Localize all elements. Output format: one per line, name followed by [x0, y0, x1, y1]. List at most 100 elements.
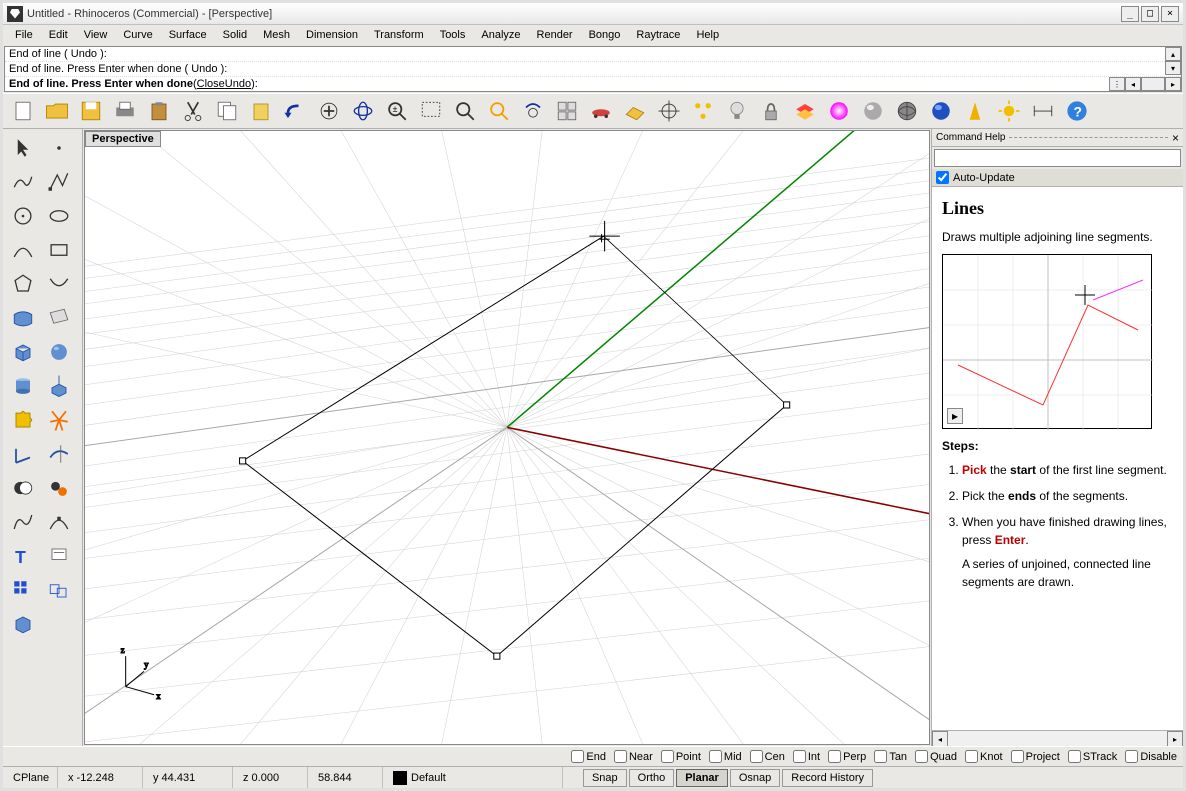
save-file[interactable] [75, 95, 107, 127]
osnap-int[interactable]: Int [793, 750, 820, 763]
flamingo-icon[interactable] [959, 95, 991, 127]
car-icon[interactable] [585, 95, 617, 127]
hatch-tool[interactable] [5, 607, 41, 641]
status-ortho-toggle[interactable]: Ortho [629, 769, 675, 787]
target-icon[interactable] [653, 95, 685, 127]
menu-edit[interactable]: Edit [41, 27, 76, 43]
cut[interactable] [177, 95, 209, 127]
osnap-project[interactable]: Project [1011, 750, 1060, 763]
status-osnap-toggle[interactable]: Osnap [730, 769, 780, 787]
osnap-disable[interactable]: Disable [1125, 750, 1177, 763]
rectangle-tool[interactable] [41, 233, 77, 267]
render-blue[interactable] [925, 95, 957, 127]
print[interactable] [109, 95, 141, 127]
arc-tool[interactable] [5, 233, 41, 267]
command-option-undo[interactable]: Undo [225, 78, 251, 90]
osnap-cen[interactable]: Cen [750, 750, 785, 763]
menu-surface[interactable]: Surface [161, 27, 215, 43]
menu-mesh[interactable]: Mesh [255, 27, 298, 43]
new-file[interactable] [7, 95, 39, 127]
menu-solid[interactable]: Solid [215, 27, 255, 43]
maximize-button[interactable]: □ [1141, 6, 1159, 22]
curve-edit-tool[interactable] [41, 505, 77, 539]
osnap-point[interactable]: Point [661, 750, 701, 763]
osnap-perp[interactable]: Perp [828, 750, 866, 763]
command-history-toggle[interactable]: ⋮ [1109, 77, 1125, 91]
extrude-tool[interactable] [41, 369, 77, 403]
orient-icon[interactable] [687, 95, 719, 127]
clipboard[interactable] [245, 95, 277, 127]
render-wire[interactable] [891, 95, 923, 127]
open-file[interactable] [41, 95, 73, 127]
scroll-right-button[interactable]: ▸ [1167, 731, 1183, 747]
scroll-track[interactable] [948, 731, 1167, 746]
osnap-tan[interactable]: Tan [874, 750, 907, 763]
status-record-history[interactable]: Record History [782, 769, 873, 787]
curve-tool[interactable] [41, 267, 77, 301]
status-cplane[interactable]: CPlane [3, 767, 58, 788]
group-tool[interactable] [41, 573, 77, 607]
status-snap-toggle[interactable]: Snap [583, 769, 627, 787]
zoom-undo[interactable] [517, 95, 549, 127]
osnap-quad[interactable]: Quad [915, 750, 957, 763]
polyline-tool[interactable] [5, 165, 41, 199]
viewport-label[interactable]: Perspective [85, 131, 161, 147]
auto-update-checkbox[interactable] [936, 171, 949, 184]
curve-fit-tool[interactable] [5, 505, 41, 539]
single-line-tool[interactable] [41, 165, 77, 199]
pointer-tool[interactable] [5, 131, 41, 165]
osnap-mid[interactable]: Mid [709, 750, 742, 763]
menu-dimension[interactable]: Dimension [298, 27, 366, 43]
menu-transform[interactable]: Transform [366, 27, 432, 43]
copy[interactable] [211, 95, 243, 127]
polygon-tool[interactable] [5, 267, 41, 301]
zoom-extents[interactable]: ± [381, 95, 413, 127]
sphere-tool[interactable] [41, 335, 77, 369]
render-shaded[interactable] [857, 95, 889, 127]
cplane-icon[interactable] [619, 95, 651, 127]
circle-arc-tool[interactable] [41, 199, 77, 233]
paste[interactable] [143, 95, 175, 127]
redo-pan[interactable] [313, 95, 345, 127]
dim-icon[interactable] [1027, 95, 1059, 127]
zoom-selected[interactable] [483, 95, 515, 127]
menu-analyze[interactable]: Analyze [473, 27, 528, 43]
status-planar-toggle[interactable]: Planar [676, 769, 728, 787]
array-tool[interactable] [5, 573, 41, 607]
panel-close-button[interactable]: × [1172, 131, 1179, 145]
surface-loft-tool[interactable] [41, 301, 77, 335]
circle-tool[interactable] [5, 199, 41, 233]
osnap-end[interactable]: End [571, 750, 606, 763]
help-icon[interactable]: ? [1061, 95, 1093, 127]
lock-icon[interactable] [755, 95, 787, 127]
zoom-dynamic[interactable] [449, 95, 481, 127]
menu-bongo[interactable]: Bongo [581, 27, 629, 43]
command-prompt[interactable]: End of line. Press Enter when done ( Clo… [5, 77, 1181, 91]
status-layer[interactable]: Default [383, 767, 563, 788]
zoom-window[interactable] [415, 95, 447, 127]
command-option-close[interactable]: Close [197, 78, 225, 90]
menu-view[interactable]: View [76, 27, 116, 43]
puzzle-tool[interactable] [5, 403, 41, 437]
command-scroll-up[interactable]: ▴ [1165, 47, 1181, 61]
annotation-tool[interactable] [41, 539, 77, 573]
help-search-input[interactable] [934, 149, 1181, 167]
menu-render[interactable]: Render [529, 27, 581, 43]
explode-tool[interactable] [41, 403, 77, 437]
command-scroll-down[interactable]: ▾ [1165, 61, 1181, 75]
4view[interactable] [551, 95, 583, 127]
command-nav-right[interactable]: ▸ [1165, 77, 1181, 91]
bulb-icon[interactable] [721, 95, 753, 127]
help-play-button[interactable]: ▸ [947, 408, 963, 424]
layers-icon[interactable] [789, 95, 821, 127]
osnap-near[interactable]: Near [614, 750, 653, 763]
scroll-left-button[interactable]: ◂ [932, 731, 948, 747]
perspective-viewport[interactable]: Perspective [84, 130, 930, 745]
trim-tool[interactable] [41, 437, 77, 471]
menu-tools[interactable]: Tools [432, 27, 474, 43]
close-button[interactable]: × [1161, 6, 1179, 22]
box-tool[interactable] [5, 335, 41, 369]
osnap-knot[interactable]: Knot [965, 750, 1003, 763]
menu-help[interactable]: Help [688, 27, 727, 43]
fillet-tool[interactable] [41, 471, 77, 505]
